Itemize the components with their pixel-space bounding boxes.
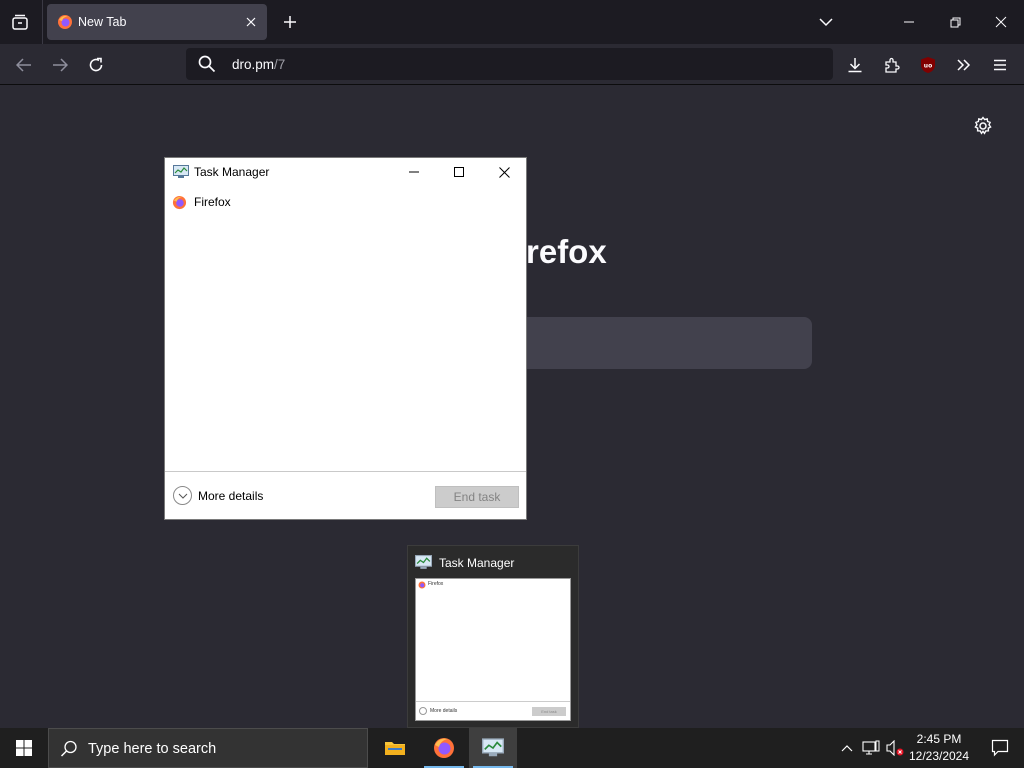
task-manager-taskbar-icon[interactable] [469, 728, 517, 768]
forward-arrow-icon[interactable] [47, 52, 73, 78]
close-icon[interactable] [978, 0, 1024, 44]
browser-navbar: dro.pm/7 uo [0, 44, 1024, 85]
task-manager-icon [173, 165, 189, 178]
clock-time: 2:45 PM [916, 732, 962, 746]
task-manager-title: Task Manager [194, 165, 270, 179]
more-details-link[interactable]: More details [198, 489, 263, 503]
file-explorer-icon[interactable] [371, 728, 419, 768]
tab-overview-icon[interactable] [8, 10, 32, 34]
notification-center-icon[interactable] [976, 728, 1024, 768]
chevron-down-icon [419, 707, 427, 715]
thumbnail-more-details: More details [430, 708, 458, 714]
svg-text:uo: uo [924, 63, 932, 70]
search-placeholder: Type here to search [88, 741, 217, 757]
system-clock[interactable]: 2:45 PM 12/23/2024 [904, 731, 974, 765]
process-name: Firefox [194, 195, 231, 209]
hamburger-menu-icon[interactable] [987, 52, 1013, 78]
thumbnail-footer: More details End task [416, 701, 570, 721]
tab-title: New Tab [78, 15, 127, 29]
minimize-icon[interactable] [886, 0, 932, 44]
firefox-icon [58, 15, 72, 29]
restore-icon[interactable] [932, 0, 978, 44]
thumbnail-end-task: End task [532, 707, 566, 716]
maximize-icon[interactable] [436, 158, 482, 186]
search-icon [198, 55, 216, 73]
task-manager-icon [415, 555, 432, 569]
process-row[interactable]: Firefox [165, 191, 526, 213]
gear-icon[interactable] [972, 115, 994, 137]
firefox-heading: refox [526, 233, 607, 270]
taskbar-search-box[interactable]: Type here to search [48, 728, 368, 768]
clock-date: 12/23/2024 [908, 749, 970, 763]
thumbnail-window-image: Firefox More details End task [415, 578, 571, 721]
task-manager-footer: More details End task [165, 471, 526, 519]
new-tab-icon[interactable] [280, 12, 300, 32]
download-icon[interactable] [842, 52, 868, 78]
back-arrow-icon[interactable] [11, 52, 37, 78]
url-host: dro.pm [232, 57, 275, 72]
url-bar[interactable]: dro.pm/7 [186, 48, 833, 80]
tab-separator [42, 0, 43, 44]
windows-start-icon[interactable] [0, 728, 48, 768]
close-icon[interactable] [481, 158, 527, 186]
more-tools-chevron-icon[interactable] [951, 52, 977, 78]
list-tabs-chevron-icon[interactable] [816, 12, 836, 32]
chevron-down-icon[interactable] [173, 486, 192, 505]
windows-taskbar: Type here to search 2:45 PM 12/23/2024 [0, 728, 1024, 768]
tab-new-tab[interactable]: New Tab [47, 4, 267, 40]
ublock-origin-icon[interactable]: uo [915, 52, 941, 78]
network-icon[interactable] [861, 738, 881, 758]
thumbnail-title: Task Manager [439, 556, 515, 570]
taskbar-thumbnail-preview[interactable]: Task Manager Firefox More details End ta… [407, 545, 579, 728]
firefox-taskbar-icon[interactable] [420, 728, 468, 768]
search-icon [60, 740, 77, 757]
browser-tabbar: New Tab [0, 0, 1024, 44]
extensions-puzzle-icon[interactable] [879, 52, 905, 78]
volume-muted-icon[interactable] [885, 738, 905, 758]
reload-icon[interactable] [83, 52, 109, 78]
task-manager-window: Task Manager Firefox More details End ta… [164, 157, 527, 520]
chevron-up-icon[interactable] [837, 738, 857, 758]
tab-close-icon[interactable] [243, 14, 259, 30]
minimize-icon[interactable] [391, 158, 437, 186]
firefox-icon [418, 581, 426, 589]
url-text[interactable]: dro.pm/7 [232, 57, 285, 72]
task-manager-titlebar[interactable]: Task Manager [165, 158, 526, 186]
thumbnail-process-name: Firefox [428, 581, 444, 587]
url-path: /7 [274, 57, 286, 72]
firefox-icon [172, 195, 187, 210]
end-task-button[interactable]: End task [435, 486, 519, 508]
